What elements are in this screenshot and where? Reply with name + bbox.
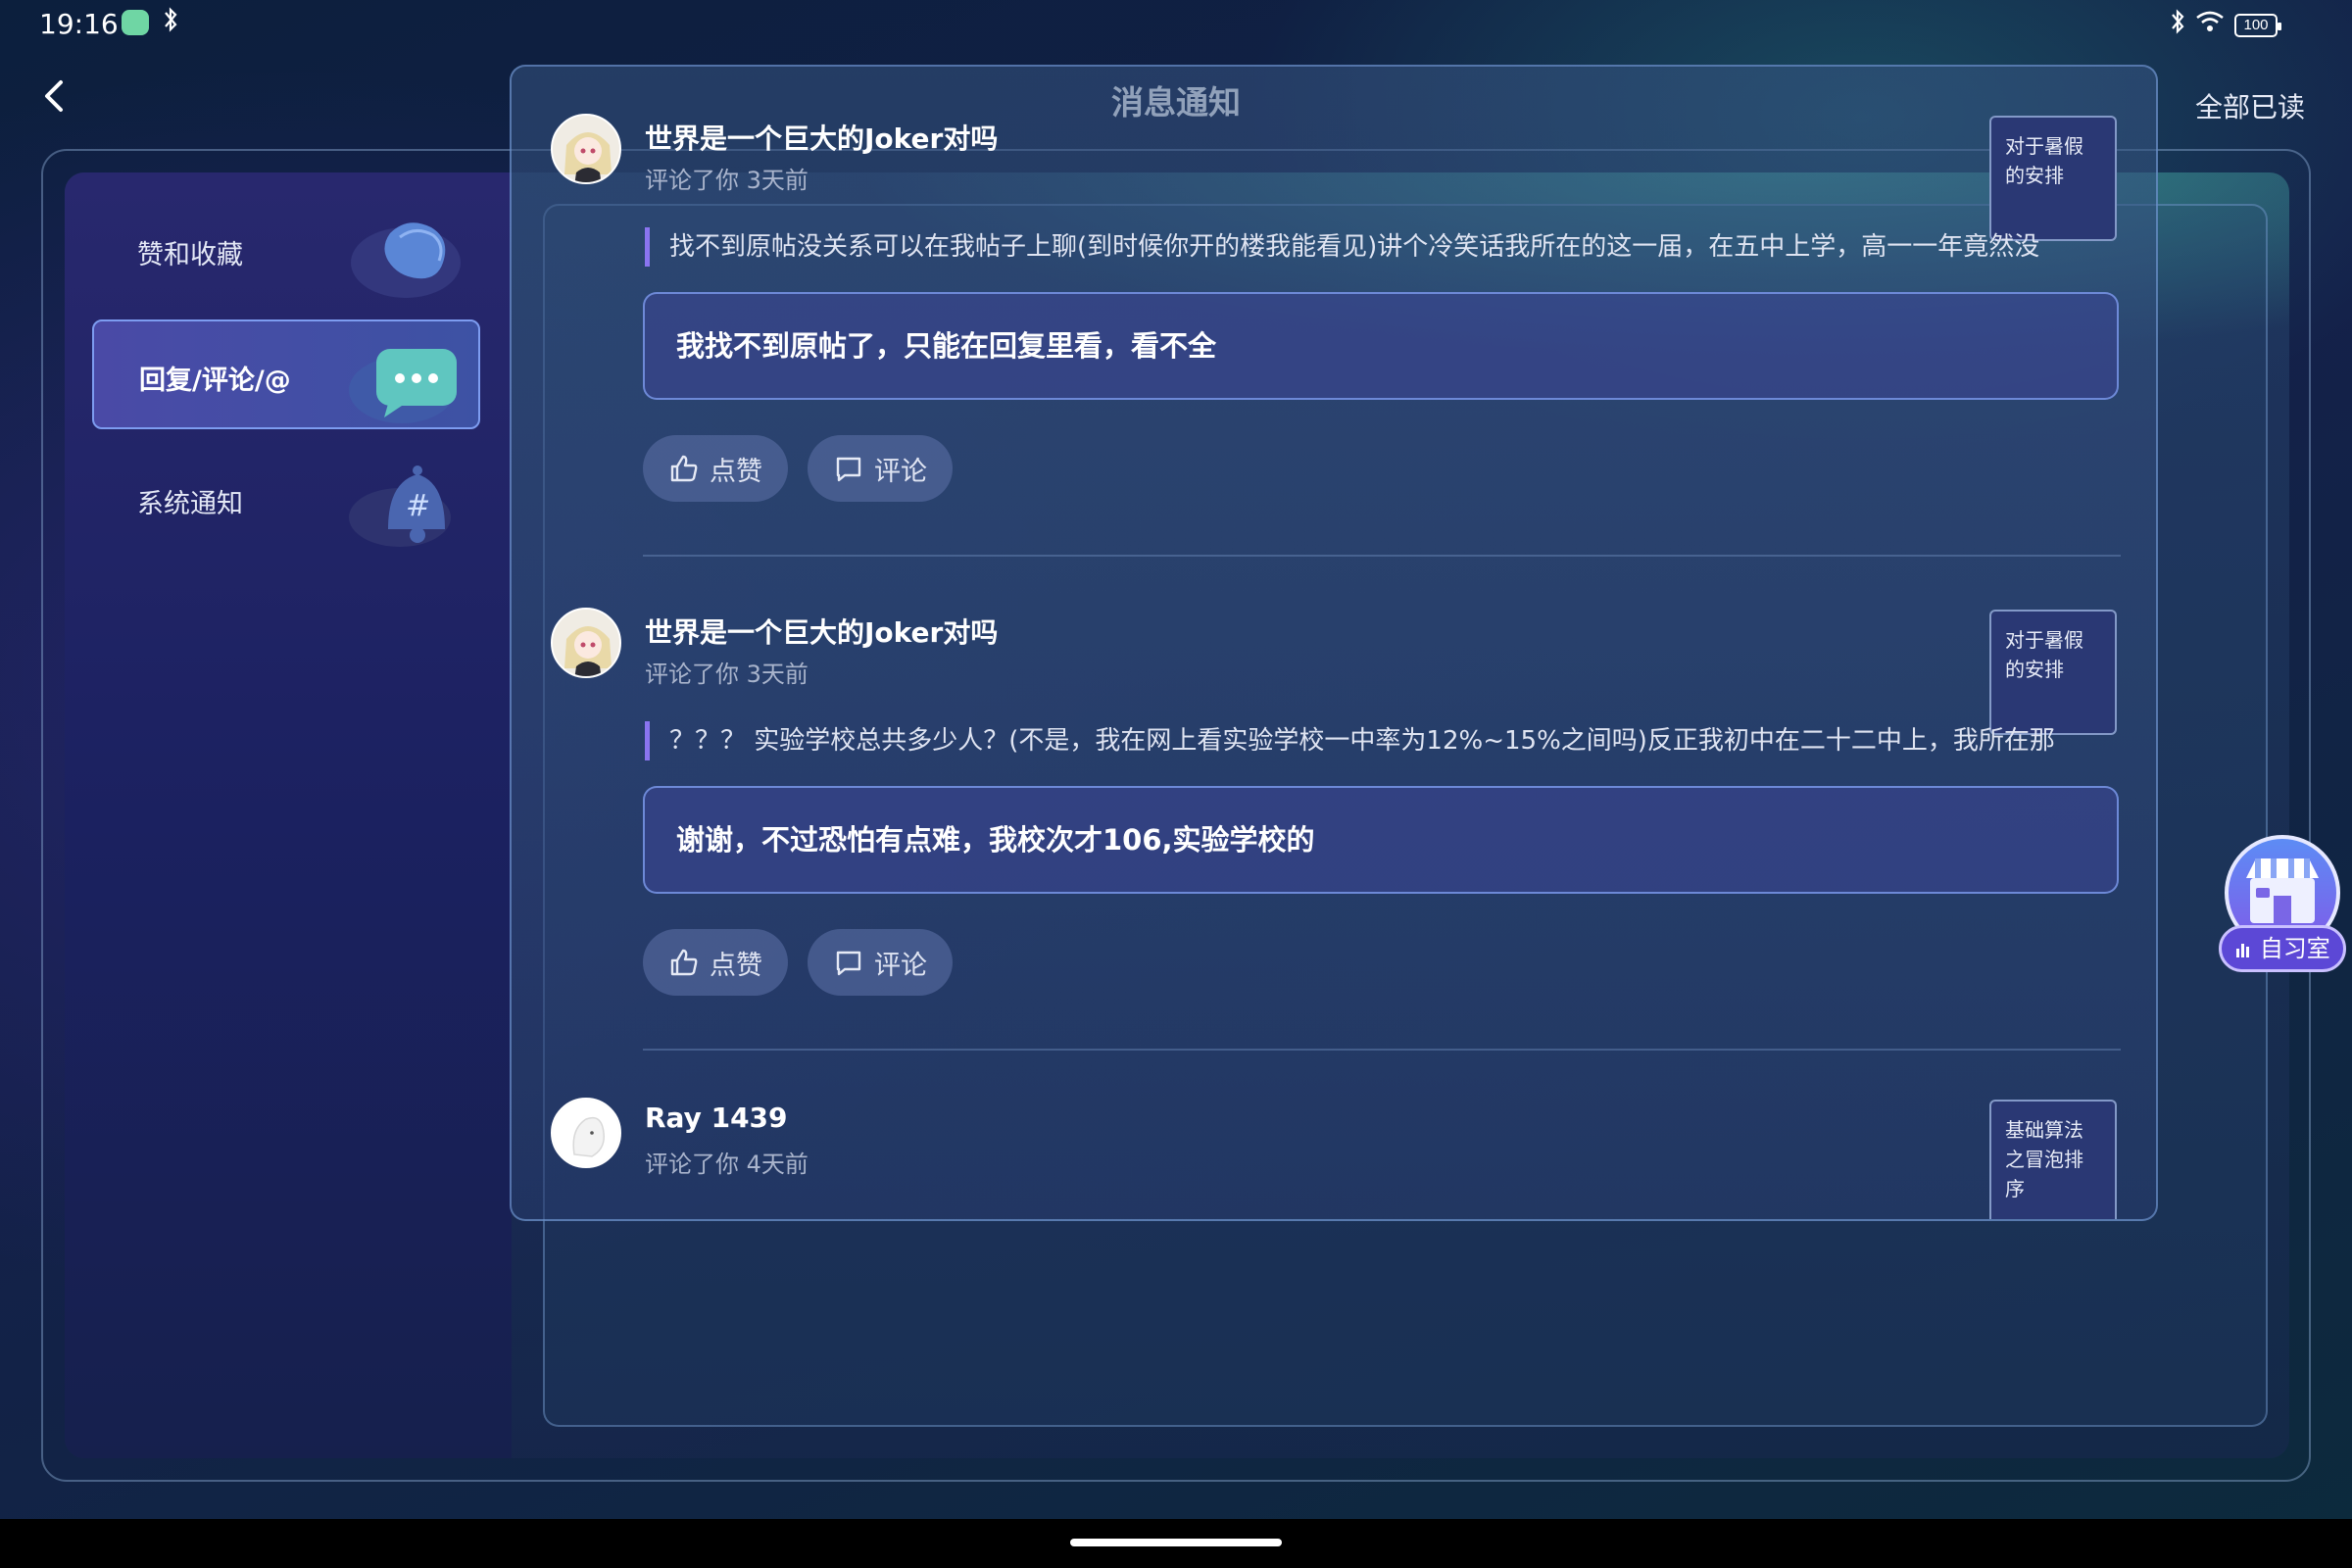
anime-avatar-icon [553,116,619,182]
app-notification-icon [122,10,149,35]
mark-all-read-button[interactable]: 全部已读 [2195,86,2305,125]
avatar[interactable] [551,608,621,678]
post-card[interactable]: 对于暑假的安排 [1989,610,2117,735]
username[interactable]: 世界是一个巨大的Joker对吗 [645,118,998,157]
avatar[interactable] [551,114,621,184]
sidebar-item-replies[interactable]: 回复/评论/@ [92,319,480,429]
thumbs-up-icon [670,455,698,482]
like-label: 点赞 [710,456,762,487]
notification-meta: 评论了你 3天前 [645,167,808,194]
comment-button[interactable]: 评论 [808,435,953,502]
comment-icon [836,457,861,482]
wifi-icon [2195,10,2225,40]
divider [643,555,2121,557]
divider [643,1049,2121,1051]
battery-icon: 100 [2234,13,2281,37]
comment-label: 评论 [874,950,927,981]
like-button[interactable]: 点赞 [643,435,788,502]
thumbs-up-icon [670,949,698,976]
comment-button[interactable]: 评论 [808,929,953,996]
bluetooth-icon [2170,8,2185,42]
ghost-avatar-icon [553,1100,619,1166]
sidebar-item-label: 系统通知 [137,489,243,519]
quoted-comment: ？？？ 实验学校总共多少人？(不是，我在网上看实验学校一中率为12%~15%之间… [645,721,2121,760]
username[interactable]: Ray 1439 [645,1102,788,1134]
anime-avatar-icon [553,610,619,676]
reply-content[interactable]: 谢谢，不过恐怕有点难，我校次才106,实验学校的 [643,786,2119,894]
sidebar-item-label: 回复/评论/@ [139,366,291,396]
bluetooth-icon [163,6,178,40]
sidebar: 赞和收藏 回复/评论/@ 系统通知 # [65,172,512,1458]
notification-meta: 评论了你 4天前 [645,1151,808,1178]
notification-list[interactable]: 世界是一个巨大的Joker对吗 评论了你 3天前 对于暑假的安排 找不到原帖没关… [510,65,2158,1221]
like-button[interactable]: 点赞 [643,929,788,996]
heart-icon [351,222,461,298]
like-label: 点赞 [710,950,762,981]
comment-icon [836,951,861,976]
post-card[interactable]: 对于暑假的安排 [1989,116,2117,241]
home-gesture-handle[interactable] [1070,1539,1282,1546]
reply-content[interactable]: 我找不到原帖了，只能在回复里看，看不全 [643,292,2119,400]
bell-icon: # [349,466,451,547]
comment-label: 评论 [874,456,927,487]
chat-bubble-icon [349,349,457,423]
sidebar-item-label: 赞和收藏 [137,240,243,270]
sidebar-item-likes[interactable]: 赞和收藏 [92,196,480,306]
status-time: 19:16 [39,8,119,40]
status-bar: 19:16 100 [0,0,2352,49]
avatar[interactable] [551,1098,621,1168]
post-card[interactable]: 基础算法之冒泡排序 [1989,1100,2117,1219]
quoted-comment: 找不到原帖没关系可以在我帖子上聊(到时候你开的楼我能看见)讲个冷笑话我所在的这一… [645,227,2121,267]
notification-meta: 评论了你 3天前 [645,661,808,688]
username[interactable]: 世界是一个巨大的Joker对吗 [645,612,998,651]
sidebar-item-system[interactable]: 系统通知 # [92,445,480,555]
bar-chart-icon [2236,944,2250,957]
study-room-label[interactable]: 自习室 [2219,925,2346,972]
svg-text:#: # [406,489,430,523]
